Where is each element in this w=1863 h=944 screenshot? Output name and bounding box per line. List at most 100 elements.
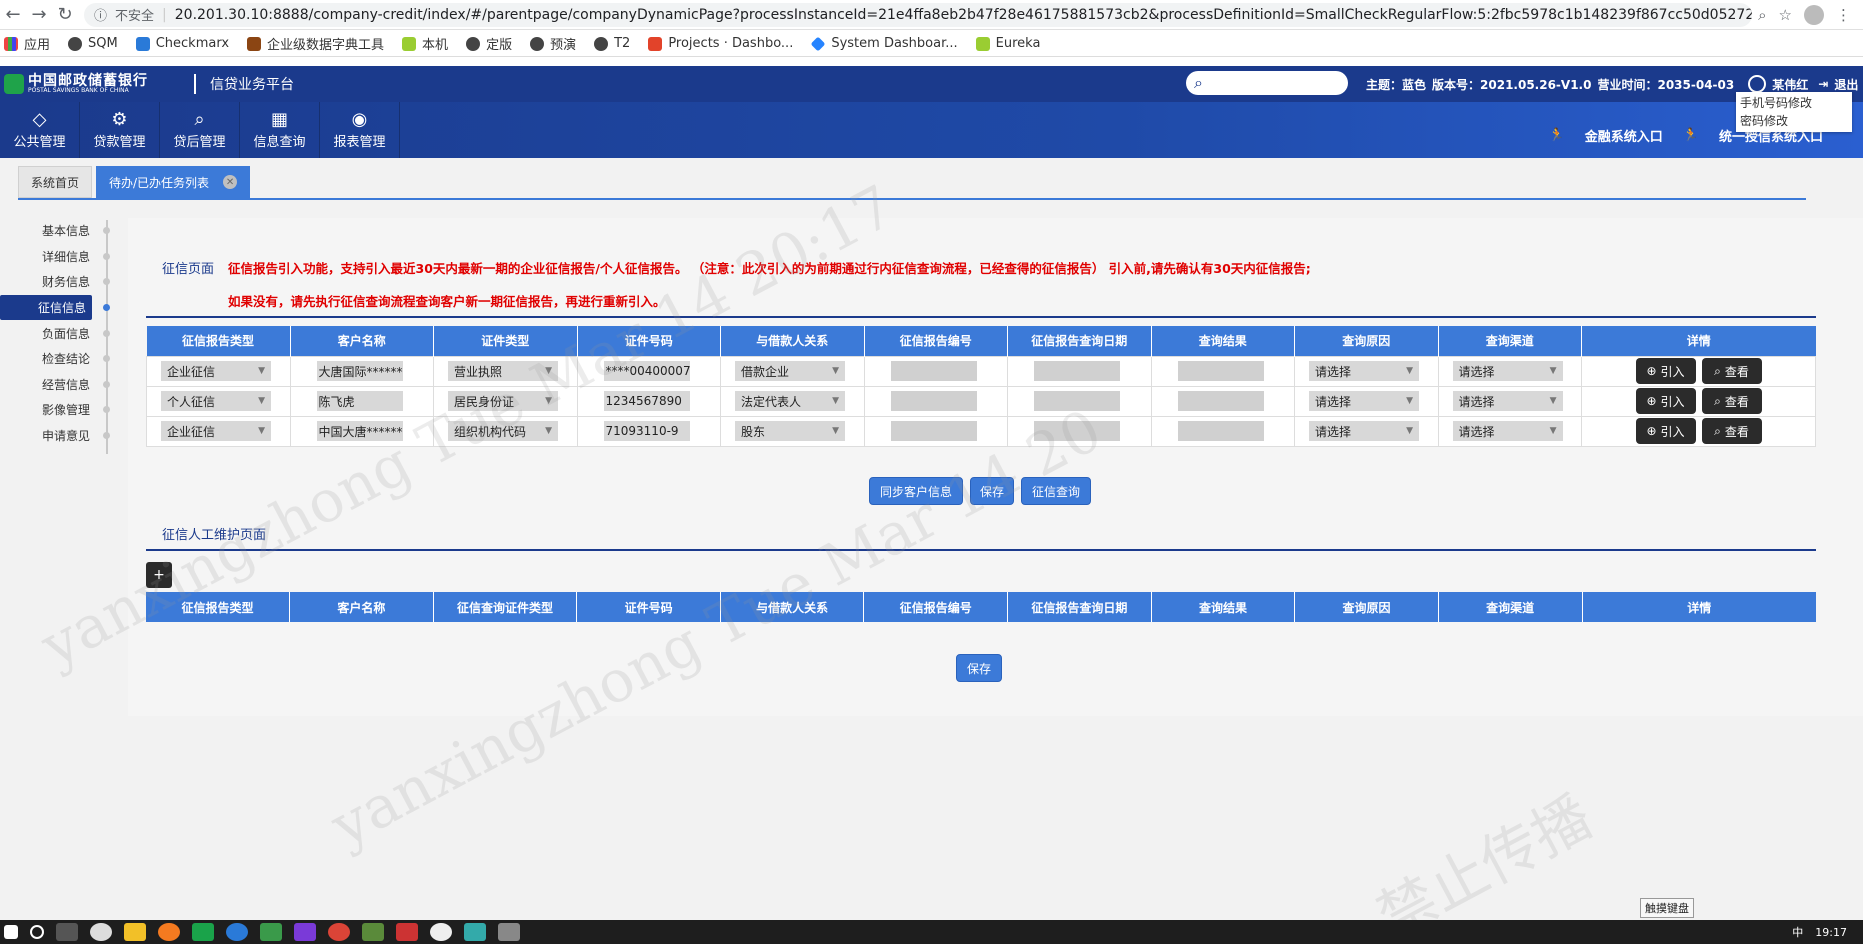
query-reason-select[interactable]: 请选择 ▼ [1309, 421, 1419, 441]
ime-icon[interactable]: 中 [1792, 924, 1803, 940]
back-icon[interactable]: ← [0, 2, 26, 28]
query-date-field[interactable] [1034, 361, 1120, 381]
zoom-icon[interactable]: ⌕ [1758, 6, 1766, 24]
app-icon[interactable] [498, 923, 520, 941]
app-icon[interactable] [396, 923, 418, 941]
sync-customer-button[interactable]: 同步客户信息 [869, 477, 963, 505]
relation-select[interactable]: 股东 ▼ [735, 421, 845, 441]
sidebar-item[interactable]: 检查结论 [0, 346, 110, 372]
id-type-select[interactable]: 营业执照 ▼ [448, 361, 558, 381]
sidebar-item[interactable]: 经营信息 [0, 372, 110, 398]
query-result-field[interactable] [1177, 421, 1264, 441]
change-password-item[interactable]: 密码修改 [1740, 112, 1852, 130]
nav-query[interactable]: ▦ 信息查询 [240, 102, 320, 158]
nav-loan[interactable]: ⚙ 贷款管理 [80, 102, 160, 158]
id-number-field[interactable]: ****0040000789: [603, 361, 690, 381]
sidebar-item[interactable]: 征信信息 [0, 294, 110, 321]
sidebar-item[interactable]: 详细信息 [0, 244, 110, 270]
customer-name-field[interactable]: 大唐国际******公 [316, 361, 403, 381]
sidebar-item[interactable]: 基本信息 [0, 218, 110, 244]
nav-public[interactable]: ◇ 公共管理 [0, 102, 80, 158]
bookmark-sqm[interactable]: SQM [68, 36, 118, 51]
tab-home[interactable]: 系统首页 [18, 166, 93, 198]
close-icon[interactable]: ✕ [223, 175, 238, 189]
search-icon[interactable] [30, 925, 44, 939]
query-reason-select[interactable]: 请选择 ▼ [1309, 361, 1419, 381]
relation-select[interactable]: 借款企业 ▼ [735, 361, 845, 381]
tab-tasks[interactable]: 待办/已办任务列表 ✕ [96, 166, 251, 198]
relation-select[interactable]: 法定代表人 ▼ [735, 391, 845, 411]
app-icon[interactable] [192, 923, 214, 941]
app-icon[interactable] [260, 923, 282, 941]
report-type-select[interactable]: 个人征信 ▼ [161, 391, 271, 411]
bookmark-release[interactable]: 定版 [466, 34, 512, 53]
bookmark-local[interactable]: 本机 [402, 34, 448, 53]
address-bar[interactable]: ⓘ 不安全 | 20.201.30.10:8888/company-credit… [84, 2, 1753, 27]
nav-report[interactable]: ◉ 报表管理 [320, 102, 400, 158]
bookmark-gitlab[interactable]: Projects · Dashbo... [648, 36, 793, 51]
star-icon[interactable]: ☆ [1779, 6, 1792, 24]
clock[interactable]: 19:17 [1815, 926, 1847, 939]
report-number-field[interactable] [890, 391, 977, 411]
app-icon[interactable] [226, 923, 248, 941]
view-button[interactable]: ⌕ 查看 [1701, 388, 1762, 414]
id-number-field[interactable]: 71093110-9 [603, 421, 690, 441]
query-result-field[interactable] [1177, 391, 1264, 411]
report-number-field[interactable] [890, 361, 977, 381]
report-type-select[interactable]: 企业征信 ▼ [161, 421, 271, 441]
query-date-field[interactable] [1034, 421, 1120, 441]
app-icon[interactable] [430, 923, 452, 941]
customer-name-field[interactable]: 中国大唐****** [316, 421, 403, 441]
folder-icon[interactable] [124, 923, 146, 941]
id-type-select[interactable]: 居民身份证 ▼ [448, 391, 558, 411]
reload-icon[interactable]: ↻ [52, 2, 78, 28]
add-row-button[interactable]: + [146, 562, 172, 588]
logout-button[interactable]: 退出 [1834, 76, 1858, 93]
app-icon[interactable] [294, 923, 316, 941]
import-button[interactable]: ⊕ 引入 [1635, 358, 1696, 384]
sidebar-item[interactable]: 申请意见 [0, 423, 110, 449]
financial-system-link[interactable]: 金融系统入口 [1585, 126, 1663, 145]
change-phone-item[interactable]: 手机号码修改 [1740, 94, 1852, 112]
bookmark-t2[interactable]: T2 [594, 36, 630, 51]
app-icon[interactable] [464, 923, 486, 941]
bookmark-eureka[interactable]: Eureka [975, 36, 1040, 51]
query-result-field[interactable] [1177, 361, 1264, 381]
query-reason-select[interactable]: 请选择 ▼ [1309, 391, 1419, 411]
task-view-icon[interactable] [56, 923, 78, 941]
query-date-field[interactable] [1034, 391, 1120, 411]
id-type-select[interactable]: 组织机构代码 ▼ [448, 421, 558, 441]
app-icon[interactable] [362, 923, 384, 941]
query-channel-select[interactable]: 请选择 ▼ [1452, 421, 1563, 441]
save-manual-button[interactable]: 保存 [956, 654, 1002, 682]
menu-icon[interactable]: ⋮ [1836, 6, 1851, 24]
import-button[interactable]: ⊕ 引入 [1635, 388, 1696, 414]
query-channel-select[interactable]: 请选择 ▼ [1452, 391, 1563, 411]
chrome-icon[interactable] [328, 923, 350, 941]
sidebar-item[interactable]: 影像管理 [0, 397, 110, 423]
info-icon[interactable]: ⓘ [94, 5, 107, 24]
app-icon[interactable] [90, 923, 112, 941]
sidebar-item[interactable]: 财务信息 [0, 269, 110, 295]
view-button[interactable]: ⌕ 查看 [1701, 358, 1762, 384]
id-number-field[interactable]: 1234567890 [603, 391, 690, 411]
bookmark-jira[interactable]: System Dashboar... [810, 36, 958, 51]
bookmark-checkmarx[interactable]: Checkmarx [135, 36, 229, 51]
forward-icon[interactable]: → [26, 2, 52, 28]
user-name[interactable]: 某伟红 [1772, 76, 1808, 93]
bookmark-dict[interactable]: 企业级数据字典工具 [247, 34, 384, 53]
search-input[interactable]: ⌕ [1186, 71, 1348, 95]
bookmark-apps[interactable]: 应用 [4, 34, 50, 53]
import-button[interactable]: ⊕ 引入 [1635, 418, 1696, 444]
save-button[interactable]: 保存 [970, 477, 1014, 505]
credit-query-button[interactable]: 征信查询 [1021, 477, 1091, 505]
bookmark-rehearsal[interactable]: 预演 [530, 34, 576, 53]
start-icon[interactable] [4, 925, 18, 939]
profile-icon[interactable] [1804, 4, 1824, 25]
logout-icon[interactable]: ⇥ [1818, 77, 1828, 91]
nav-postloan[interactable]: ⌕ 贷后管理 [160, 102, 240, 158]
user-icon[interactable] [1748, 75, 1767, 93]
customer-name-field[interactable]: 陈飞虎 [316, 391, 403, 411]
report-number-field[interactable] [890, 421, 977, 441]
report-type-select[interactable]: 企业征信 ▼ [161, 361, 271, 381]
